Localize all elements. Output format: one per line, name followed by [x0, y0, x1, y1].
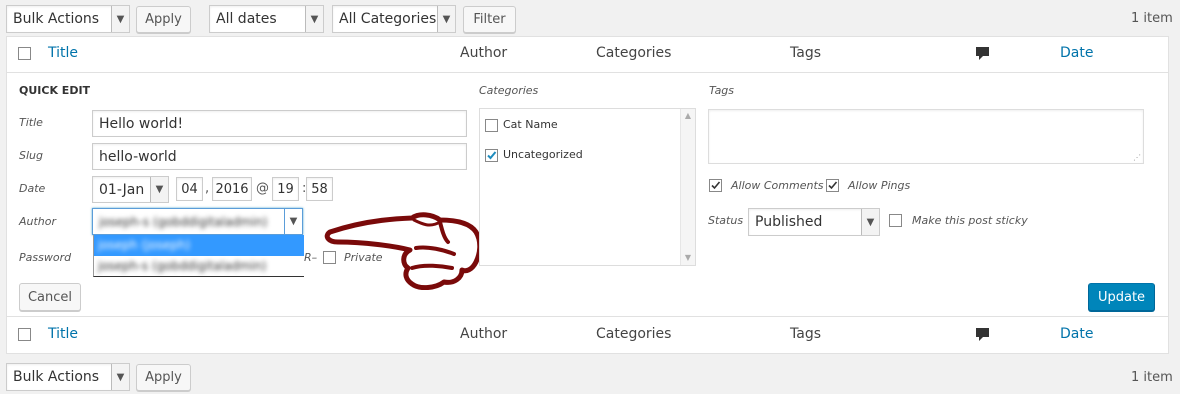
- category-label-uncategorized: Uncategorized: [503, 148, 583, 161]
- comment-bubble-icon[interactable]: [975, 327, 990, 347]
- bulk-actions-select[interactable]: Bulk Actions ▼: [6, 5, 130, 33]
- checkmark-icon: [487, 151, 497, 160]
- item-count: 1 item: [1131, 11, 1173, 26]
- checkmark-icon: [711, 181, 721, 190]
- category-checkbox-uncategorized[interactable]: [485, 149, 498, 162]
- pointing-hand-icon: [324, 210, 484, 294]
- password-trail: R–: [304, 251, 318, 264]
- chevron-down-icon: ▼: [861, 209, 879, 235]
- column-categories: Categories: [596, 45, 672, 61]
- minute-input[interactable]: 58: [306, 177, 333, 201]
- comment-bubble-icon[interactable]: [975, 46, 990, 66]
- status-label: Status: [708, 214, 744, 227]
- day-input[interactable]: 04: [176, 177, 203, 201]
- column-date-footer[interactable]: Date: [1060, 326, 1093, 342]
- title-input[interactable]: Hello world!: [92, 110, 467, 137]
- author-label: Author: [19, 215, 57, 228]
- checkmark-icon: [828, 181, 838, 190]
- slug-input[interactable]: hello-world: [92, 143, 467, 170]
- title-label: Title: [19, 116, 43, 129]
- hour-input[interactable]: 19: [272, 177, 299, 201]
- column-author: Author: [460, 45, 508, 61]
- year-input[interactable]: 2016: [212, 177, 252, 201]
- column-date[interactable]: Date: [1060, 45, 1093, 61]
- sticky-checkbox[interactable]: [889, 214, 902, 227]
- author-option-selected[interactable]: joseph (joseph): [94, 235, 304, 256]
- date-at: @: [256, 181, 269, 196]
- column-title[interactable]: Title: [48, 45, 78, 61]
- column-author-footer: Author: [460, 326, 508, 342]
- category-checklist: [479, 108, 696, 266]
- category-label-cat-name: Cat Name: [503, 118, 558, 131]
- cancel-button[interactable]: Cancel: [19, 283, 81, 311]
- status-select[interactable]: Published ▼: [748, 208, 880, 236]
- select-all-checkbox[interactable]: [18, 47, 31, 60]
- password-label: Password: [19, 251, 72, 264]
- column-title-footer[interactable]: Title: [48, 326, 78, 342]
- allow-comments-label: Allow Comments: [731, 179, 824, 192]
- tags-textarea[interactable]: ⋰: [708, 109, 1144, 164]
- scroll-up-icon[interactable]: ▲: [681, 109, 695, 123]
- author-select[interactable]: joseph-s (gobddigitaladmin) ▼: [92, 208, 303, 235]
- resize-grip-icon[interactable]: ⋰: [1133, 154, 1141, 162]
- header-divider: [7, 72, 1168, 73]
- category-scrollbar[interactable]: ▲ ▼: [680, 109, 695, 265]
- column-tags: Tags: [790, 45, 821, 61]
- categories-filter-select[interactable]: All Categories ▼: [332, 5, 456, 33]
- chevron-down-icon: ▼: [437, 6, 455, 32]
- quick-edit-heading: QUICK EDIT: [19, 84, 91, 97]
- chevron-down-icon: ▼: [150, 177, 168, 202]
- select-all-checkbox-footer[interactable]: [18, 328, 31, 341]
- chevron-down-icon: ▼: [305, 6, 323, 32]
- date-comma: ,: [205, 181, 210, 196]
- chevron-down-icon: ▼: [111, 6, 129, 32]
- bulk-actions-select-bottom[interactable]: Bulk Actions ▼: [6, 363, 130, 391]
- apply-button[interactable]: Apply: [136, 6, 191, 33]
- categories-label: Categories: [479, 84, 539, 97]
- month-select[interactable]: 01-Jan ▼: [92, 176, 169, 203]
- author-option[interactable]: joseph-s (gobddigitaladmin): [94, 256, 304, 276]
- chevron-down-icon: ▼: [111, 364, 129, 390]
- chevron-down-icon: ▼: [284, 209, 302, 234]
- item-count-bottom: 1 item: [1131, 370, 1173, 385]
- tags-label: Tags: [709, 84, 735, 97]
- date-label: Date: [19, 182, 46, 195]
- author-dropdown-list: joseph (joseph) joseph-s (gobddigitaladm…: [93, 235, 304, 277]
- dates-filter-select[interactable]: All dates ▼: [209, 5, 324, 33]
- update-button[interactable]: Update: [1088, 283, 1155, 311]
- apply-button-bottom[interactable]: Apply: [136, 364, 191, 391]
- category-checkbox-cat-name[interactable]: [485, 119, 498, 132]
- sticky-label: Make this post sticky: [912, 214, 1028, 227]
- allow-pings-checkbox[interactable]: [826, 179, 839, 192]
- allow-comments-checkbox[interactable]: [709, 179, 722, 192]
- scroll-down-icon[interactable]: ▼: [681, 251, 695, 265]
- footer-divider: [7, 316, 1168, 317]
- column-tags-footer: Tags: [790, 326, 821, 342]
- column-categories-footer: Categories: [596, 326, 672, 342]
- filter-button[interactable]: Filter: [463, 6, 516, 33]
- allow-pings-label: Allow Pings: [848, 179, 911, 192]
- slug-label: Slug: [19, 149, 43, 162]
